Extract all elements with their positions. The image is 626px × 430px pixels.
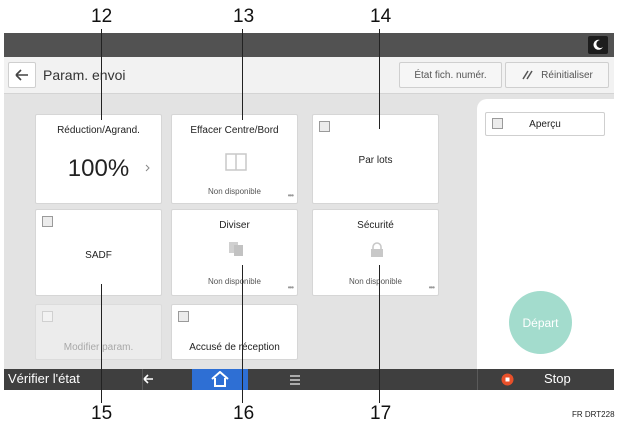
tile-receipt-notice-title: Accusé de réception [189,342,280,353]
leader-line-17 [379,265,380,403]
figure-code: FR DRT228 [572,410,615,419]
tile-erase-center-border-status: Non disponible [208,187,261,196]
home-button[interactable] [192,369,248,390]
check-status-button[interactable]: Vérifier l'état [8,371,80,386]
chevron-right-icon [145,164,150,172]
bottom-bar: Vérifier l'état Stop [4,369,614,390]
callout-14: 14 [370,6,392,27]
tile-reduce-enlarge[interactable]: Réduction/Agrand. 100% [35,114,162,204]
preview-label: Aperçu [529,119,561,130]
reset-label: Réinitialiser [541,69,593,81]
tile-receipt-notice[interactable]: Accusé de réception [171,304,298,360]
zoom-value: 100% [67,155,130,182]
back-button[interactable] [8,62,36,88]
callout-16: 16 [233,403,255,424]
callout-12: 12 [91,6,113,27]
stop-button[interactable]: Stop [544,371,571,386]
receipt-notice-checkbox[interactable] [178,311,189,322]
device-screen: Param. envoi État fich. numér. Réinitial… [4,33,614,390]
erase-center-icon [225,153,247,171]
leader-line-13 [242,29,243,120]
stop-icon [501,373,514,386]
start-button[interactable]: Départ [509,291,572,354]
tile-edit-settings: Modifier param. [35,304,162,360]
tile-edit-settings-title: Modifier param. [63,342,134,353]
tile-erase-center-border[interactable]: Effacer Centre/Bord Non disponible ••• [171,114,298,204]
more-dots-icon: ••• [287,191,294,200]
more-dots-icon: ••• [428,283,435,292]
tile-sadf[interactable]: SADF [35,209,162,296]
preview-button[interactable]: Aperçu [485,112,605,136]
batch-checkbox[interactable] [319,121,330,132]
edit-settings-checkbox [42,311,53,322]
more-dots-icon: ••• [287,283,294,292]
system-bar [4,33,614,57]
sadf-checkbox[interactable] [42,216,53,227]
reset-icon [522,70,533,80]
arrow-left-icon [15,69,28,81]
leader-line-16 [242,265,243,403]
tile-divide-title: Diviser [219,220,250,231]
leader-line-14 [379,29,380,129]
callout-13: 13 [233,6,255,27]
tile-sadf-title: SADF [85,250,112,261]
tile-divide-status: Non disponible [208,277,261,286]
right-panel: Aperçu Départ [477,99,614,369]
callout-15: 15 [91,403,113,424]
scan-file-status-button[interactable]: État fich. numér. [399,62,502,88]
home-icon [211,371,229,387]
tile-erase-center-border-title: Effacer Centre/Bord [190,125,279,136]
menu-icon[interactable] [288,374,302,386]
leader-line-15 [101,284,102,403]
tile-divide[interactable]: Diviser Non disponible ••• [171,209,298,296]
divide-pages-icon [229,242,243,256]
tile-security[interactable]: Sécurité Non disponible ••• [312,209,439,296]
tile-security-status: Non disponible [349,277,402,286]
tile-reduce-enlarge-title: Réduction/Agrand. [57,125,140,136]
tile-batch[interactable]: Par lots [312,114,439,204]
lock-icon [371,242,383,257]
callout-17: 17 [370,403,392,424]
header-bar: Param. envoi État fich. numér. Réinitial… [4,57,614,94]
page-title: Param. envoi [43,67,126,83]
energy-saver-button[interactable] [588,36,608,54]
moon-icon [593,39,603,50]
reset-button[interactable]: Réinitialiser [505,62,609,88]
bottom-divider [477,369,478,390]
tile-batch-title: Par lots [358,155,393,166]
leader-line-12 [101,29,102,120]
tile-security-title: Sécurité [357,220,394,231]
back-icon[interactable] [141,373,155,385]
